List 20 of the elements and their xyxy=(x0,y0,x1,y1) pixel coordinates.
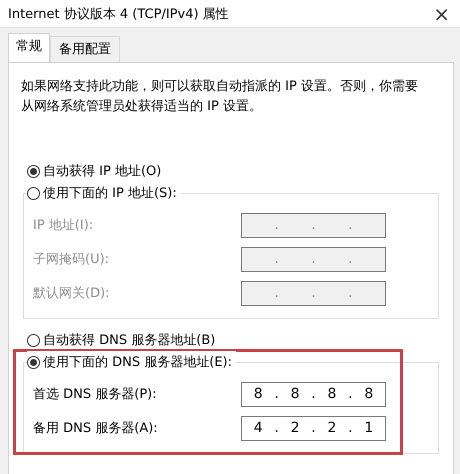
field-label: 子网掩码(U): xyxy=(33,251,110,268)
tab[interactable]: 常规 xyxy=(8,33,50,62)
option-label: 使用下面的 DNS 服务器地址(E): xyxy=(43,354,232,371)
option-label: 使用下面的 IP 地址(S): xyxy=(43,185,177,202)
window-title: Internet 协议版本 4 (TCP/IPv4) 属性 xyxy=(8,6,229,22)
field-label: 首选 DNS 服务器(P): xyxy=(33,386,157,403)
field-label: 默认网关(D): xyxy=(33,285,110,302)
radio-button[interactable] xyxy=(27,186,40,200)
description-text: 如果网络支持此功能，则可以获取自动指派的 IP 设置。否则，你需要从网络系统管理员处获得适当的 IP 设置。 xyxy=(21,78,419,116)
option-label: 自动获得 DNS 服务器地址(B) xyxy=(43,332,216,349)
radio-button[interactable] xyxy=(27,164,40,178)
ip-address-field[interactable]: 4 . 2 . 2 . 1 xyxy=(241,416,386,440)
close-button[interactable]: × xyxy=(433,4,450,24)
ip-address-field[interactable]: 8 . 8 . 8 . 8 xyxy=(241,382,386,406)
radio-button[interactable] xyxy=(27,356,40,368)
field-label: 备用 DNS 服务器(A): xyxy=(33,420,158,437)
field-label: IP 地址(I): xyxy=(33,217,94,234)
tab[interactable]: 备用配置 xyxy=(50,36,120,62)
radio-button[interactable] xyxy=(27,334,40,346)
option-label: 自动获得 IP 地址(O) xyxy=(43,163,162,180)
